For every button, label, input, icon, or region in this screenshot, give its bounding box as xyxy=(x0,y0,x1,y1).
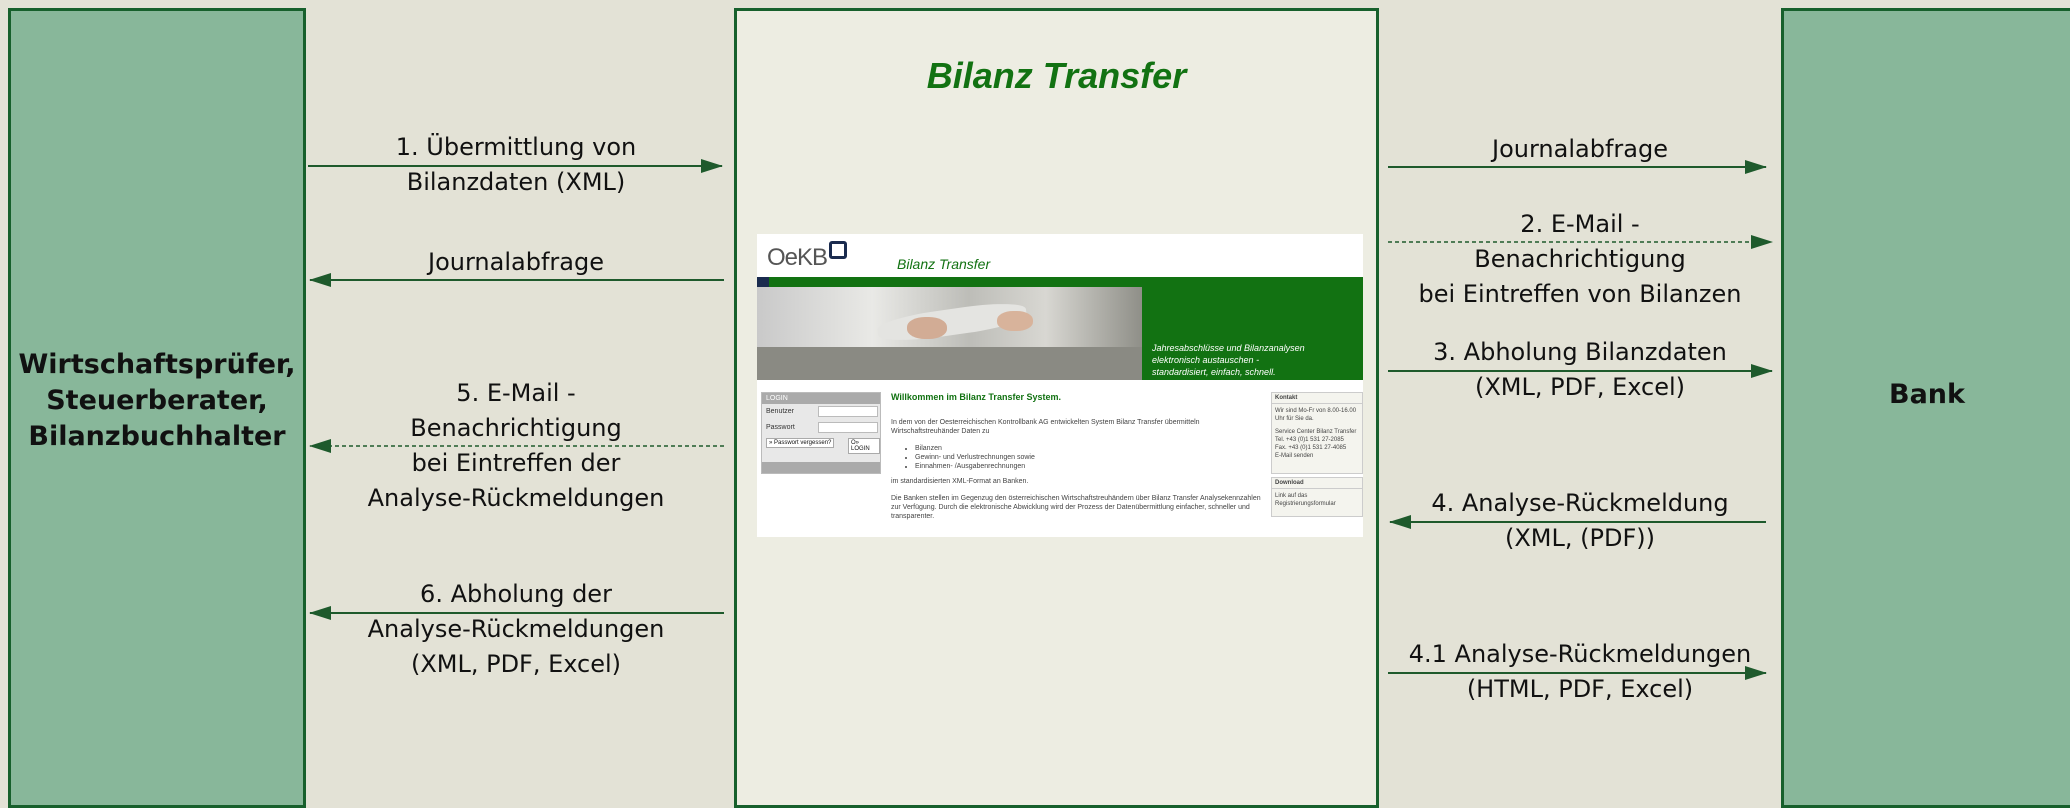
flow-label-6: 6. Abholung der Analyse-Rückmeldungen (X… xyxy=(316,577,716,682)
flow-label-line: (XML, PDF, Excel) xyxy=(410,650,622,678)
flow-label-line: Bilanzdaten (XML) xyxy=(406,168,626,196)
flow-label-1: 1. Übermittlung von Bilanzdaten (XML) xyxy=(316,130,716,200)
flow-label-line: Journalabfrage xyxy=(1492,135,1668,163)
flow-label-line: (HTML, PDF, Excel) xyxy=(1466,675,1694,703)
flow-label-line: 4.1 Analyse-Rückmeldungen xyxy=(1408,640,1752,668)
flow-label-line: Analyse-Rückmeldungen xyxy=(367,484,665,512)
flow-label-line: Benachrichtigung xyxy=(410,414,622,442)
flow-label-5: 5. E-Mail - Benachrichtigung bei Eintref… xyxy=(316,376,716,516)
flow-label-2: 2. E-Mail - Benachrichtigung bei Eintref… xyxy=(1380,207,1780,312)
flow-label-line: bei Eintreffen von Bilanzen xyxy=(1418,280,1742,308)
flow-label-line: 3. Abholung Bilanzdaten xyxy=(1433,338,1727,366)
flow-label-line: Benachrichtigung xyxy=(1474,245,1686,273)
flow-label-4: 4. Analyse-Rückmeldung (XML, (PDF)) xyxy=(1380,486,1780,556)
flow-label-line: 4. Analyse-Rückmeldung xyxy=(1431,489,1729,517)
flow-label-line: (XML, PDF, Excel) xyxy=(1474,373,1686,401)
flow-label-line: (XML, (PDF)) xyxy=(1505,524,1655,552)
flow-label-line: Analyse-Rückmeldungen xyxy=(367,615,665,643)
flow-label-line: 5. E-Mail - xyxy=(456,379,576,407)
flow-label-journal-left: Journalabfrage xyxy=(316,245,716,280)
flow-label-line: 6. Abholung der xyxy=(420,580,612,608)
flow-label-journal-right: Journalabfrage xyxy=(1380,132,1780,167)
flow-label-line: bei Eintreffen der xyxy=(411,449,621,477)
flow-label-4-1: 4.1 Analyse-Rückmeldungen (HTML, PDF, Ex… xyxy=(1380,637,1780,707)
flow-label-line: Journalabfrage xyxy=(428,248,604,276)
flow-label-3: 3. Abholung Bilanzdaten (XML, PDF, Excel… xyxy=(1380,335,1780,405)
flow-label-line: 1. Übermittlung von xyxy=(395,133,637,161)
flow-label-line: 2. E-Mail - xyxy=(1520,210,1640,238)
